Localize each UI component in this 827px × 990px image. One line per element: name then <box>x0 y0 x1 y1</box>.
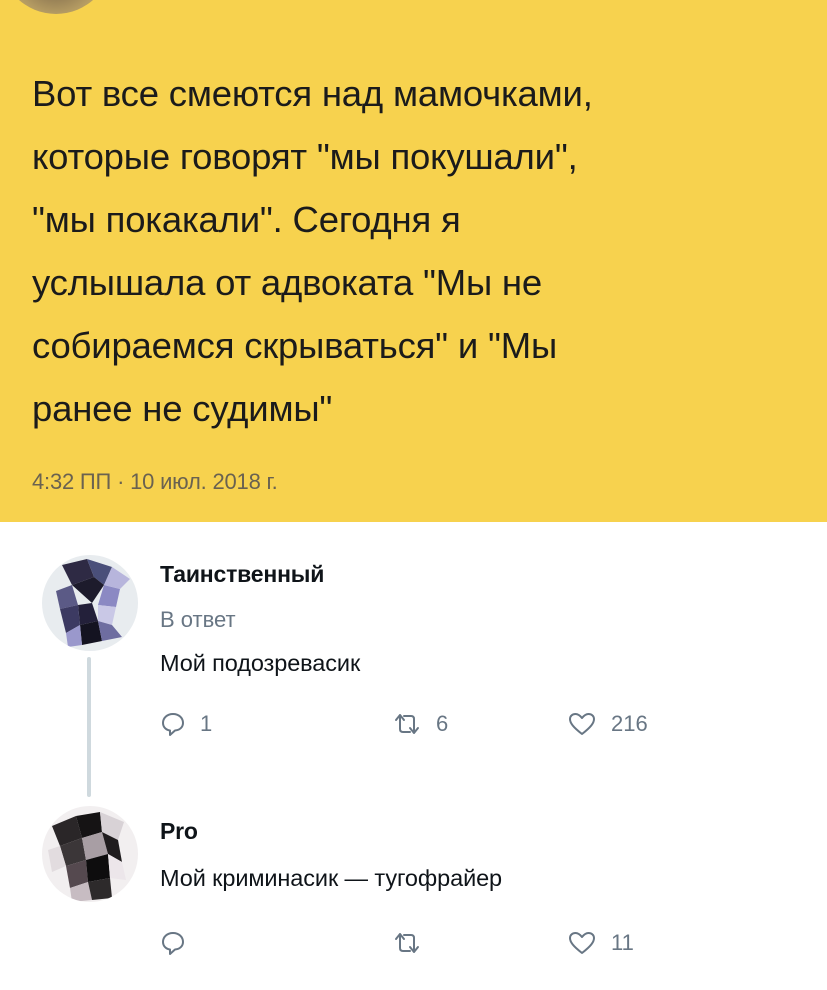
reply-text: Мой криминасик — тугофрайер <box>160 865 503 891</box>
author-name[interactable]: Pro <box>160 818 198 845</box>
like-count: 216 <box>611 711 648 736</box>
retweet-count: 6 <box>436 711 449 736</box>
main-tweet-avatar[interactable] <box>0 0 112 14</box>
reply-tweet: Таинственный В ответ Мой подозревасик 1 … <box>0 522 827 797</box>
reply-action[interactable] <box>160 930 200 956</box>
heart-icon <box>567 930 597 956</box>
reply-count: 1 <box>200 711 213 736</box>
comment-icon <box>160 711 186 737</box>
retweet-action[interactable] <box>392 930 436 956</box>
thread-line <box>87 657 91 797</box>
reply-text: Мой подозревасик <box>160 650 361 676</box>
main-tweet-timestamp[interactable]: 4:32 ПП · 10 июл. 2018 г. <box>32 469 278 495</box>
like-count: 11 <box>611 930 634 955</box>
in-reply-label: В ответ <box>160 607 236 632</box>
comment-icon <box>160 930 186 956</box>
retweet-action[interactable]: 6 <box>392 711 448 737</box>
tweet-thread-screenshot: Вот все смеются над мамочками, которые г… <box>0 0 827 990</box>
avatar[interactable] <box>42 555 138 651</box>
reply-action[interactable]: 1 <box>160 711 212 737</box>
reply-tweet: Pro Мой криминасик — тугофрайер 11 <box>0 792 827 990</box>
author-name[interactable]: Таинственный <box>160 561 324 588</box>
like-action[interactable]: 216 <box>567 711 648 737</box>
retweet-icon <box>392 711 422 737</box>
main-tweet: Вот все смеются над мамочками, которые г… <box>0 0 827 522</box>
avatar[interactable] <box>42 806 138 902</box>
like-action[interactable]: 11 <box>567 930 634 956</box>
main-tweet-text: Вот все смеются над мамочками, которые г… <box>32 73 593 429</box>
heart-icon <box>567 711 597 737</box>
retweet-icon <box>392 930 422 956</box>
